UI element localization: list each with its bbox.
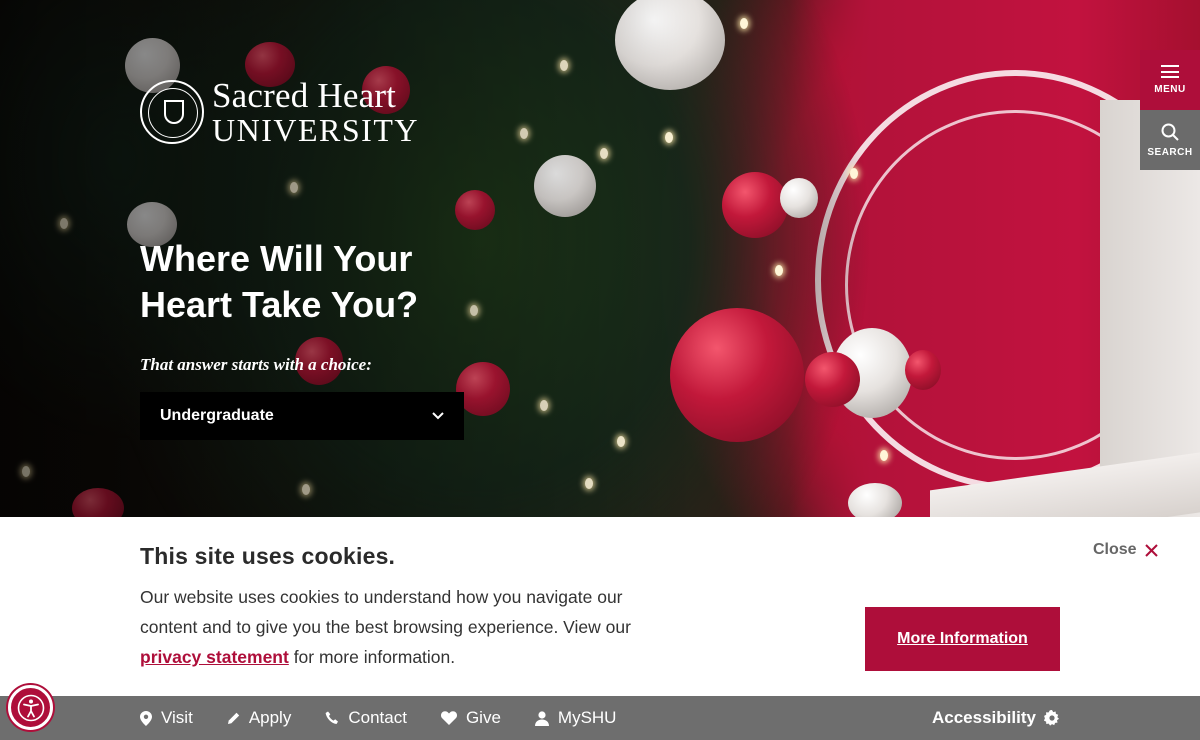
hero-headline: Where Will Your Heart Take You? bbox=[140, 238, 419, 325]
menu-label: MENU bbox=[1154, 84, 1186, 95]
cookie-title: This site uses cookies. bbox=[140, 543, 396, 569]
tree-light bbox=[775, 265, 783, 276]
accessibility-widget-button[interactable] bbox=[8, 685, 53, 730]
wordmark-line1: Sacred Heart bbox=[212, 76, 397, 115]
hero-tagline: That answer starts with a choice: bbox=[140, 355, 372, 374]
visit-label: Visit bbox=[161, 708, 193, 727]
program-select[interactable]: Undergraduate bbox=[140, 392, 464, 440]
cookie-close-label: Close bbox=[1093, 541, 1137, 558]
accessibility-label: Accessibility bbox=[932, 708, 1036, 727]
accessibility-menu[interactable]: Accessibility bbox=[932, 696, 1060, 740]
ornament bbox=[722, 172, 788, 238]
contact-link[interactable]: Contact bbox=[325, 708, 407, 728]
ornament bbox=[905, 350, 941, 390]
hamburger-icon bbox=[1161, 65, 1179, 78]
search-label: SEARCH bbox=[1147, 146, 1193, 158]
cookie-text: Our website uses cookies to understand h… bbox=[140, 582, 680, 672]
give-link[interactable]: Give bbox=[440, 708, 501, 728]
cookie-text-before: Our website uses cookies to understand h… bbox=[140, 587, 631, 637]
myshu-link[interactable]: MySHU bbox=[534, 708, 617, 728]
gear-icon bbox=[1043, 710, 1059, 726]
tree-light bbox=[740, 18, 748, 29]
accessibility-person-icon bbox=[17, 694, 44, 721]
menu-button[interactable]: MENU bbox=[1140, 50, 1200, 110]
cookie-banner: This site uses cookies. Our website uses… bbox=[0, 517, 1200, 696]
chevron-down-icon bbox=[432, 412, 444, 420]
more-information-button[interactable]: More Information bbox=[865, 607, 1060, 671]
privacy-statement-link[interactable]: privacy statement bbox=[140, 647, 289, 667]
visit-link[interactable]: Visit bbox=[140, 708, 193, 728]
user-icon bbox=[534, 710, 549, 726]
university-seal-icon bbox=[140, 80, 204, 144]
wordmark-line2: UNIVERSITY bbox=[212, 112, 419, 148]
map-pin-icon bbox=[140, 710, 152, 726]
utility-bar: Visit Apply Contact Give MySHU Accessibi… bbox=[0, 696, 1200, 740]
apply-link[interactable]: Apply bbox=[227, 708, 292, 728]
ornament bbox=[780, 178, 818, 218]
contact-label: Contact bbox=[348, 708, 407, 727]
myshu-label: MySHU bbox=[557, 708, 617, 727]
search-icon bbox=[1161, 123, 1179, 141]
tree-light bbox=[850, 168, 858, 179]
apply-label: Apply bbox=[248, 708, 292, 727]
side-nav: MENU SEARCH bbox=[1140, 50, 1200, 170]
ornament bbox=[805, 352, 860, 407]
cookie-text-after: for more information. bbox=[288, 647, 456, 667]
utility-links: Visit Apply Contact Give MySHU bbox=[140, 696, 616, 740]
phone-icon bbox=[325, 711, 339, 724]
pencil-icon bbox=[227, 712, 240, 724]
tree-light bbox=[880, 450, 888, 461]
cookie-close-button[interactable]: Close bbox=[1093, 541, 1158, 559]
university-logo[interactable]: Sacred Heart UNIVERSITY bbox=[140, 78, 419, 146]
university-wordmark: Sacred Heart UNIVERSITY bbox=[212, 78, 419, 146]
search-button[interactable]: SEARCH bbox=[1140, 110, 1200, 170]
close-icon bbox=[1144, 543, 1158, 557]
heart-icon bbox=[440, 711, 457, 725]
program-select-value: Undergraduate bbox=[160, 407, 274, 424]
give-label: Give bbox=[465, 708, 501, 727]
